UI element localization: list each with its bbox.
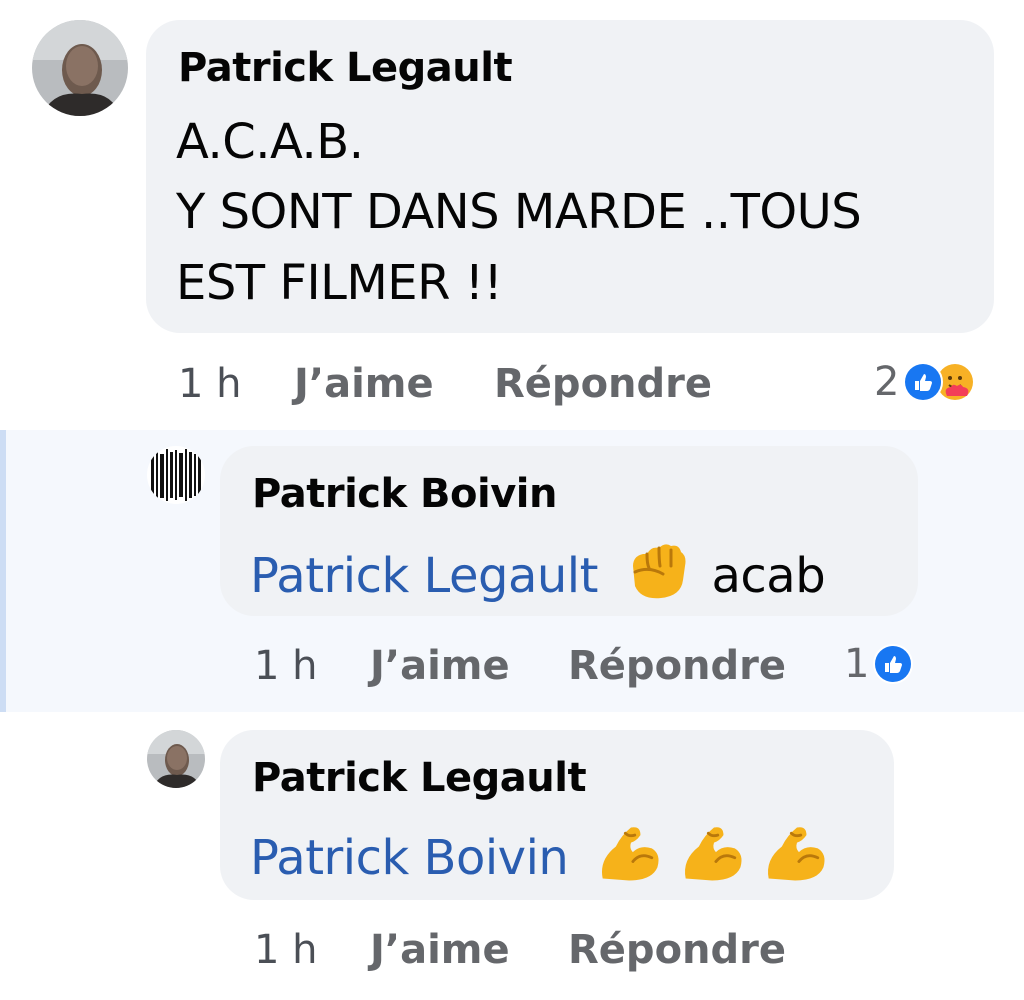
avatar[interactable] xyxy=(147,730,205,788)
comment-bubble: Patrick Boivin Patrick Legault acab xyxy=(220,446,918,616)
highlighted-reply-indicator xyxy=(0,430,6,712)
comment-timestamp[interactable]: 1 h xyxy=(178,360,242,408)
reply-button[interactable]: Répondre xyxy=(494,360,712,408)
like-button[interactable]: J’aime xyxy=(294,360,434,408)
like-button[interactable]: J’aime xyxy=(370,642,510,690)
avatar[interactable] xyxy=(147,446,205,504)
comment-text: Patrick Boivin xyxy=(250,820,831,902)
comment-text-line: Y SONT DANS MARDE ..TOUS xyxy=(176,184,862,240)
comment-text-line: EST FILMER !! xyxy=(176,255,503,311)
comment-author[interactable]: Patrick Legault xyxy=(252,754,587,802)
reaction-count: 2 xyxy=(874,359,900,405)
like-icon xyxy=(873,644,914,684)
mention-link[interactable]: Patrick Boivin xyxy=(250,830,569,886)
avatar[interactable] xyxy=(32,20,128,116)
comment-text: Patrick Legault acab xyxy=(250,536,826,622)
comment-bubble: Patrick Legault A.C.A.B. Y SONT DANS MAR… xyxy=(146,20,994,333)
comment-text-line: acab xyxy=(711,548,826,604)
like-icon xyxy=(903,362,944,402)
mention-link[interactable]: Patrick Legault xyxy=(250,548,598,604)
comment-author[interactable]: Patrick Legault xyxy=(178,44,513,92)
comment-author[interactable]: Patrick Boivin xyxy=(252,470,557,518)
reaction-count: 1 xyxy=(844,641,870,687)
flexed-biceps-icon xyxy=(597,820,665,902)
flexed-biceps-icon xyxy=(680,820,748,902)
like-button[interactable]: J’aime xyxy=(370,926,510,974)
comment-timestamp[interactable]: 1 h xyxy=(254,642,318,690)
reply-button[interactable]: Répondre xyxy=(568,642,786,690)
comment-bubble: Patrick Legault Patrick Boivin xyxy=(220,730,894,900)
comment-thread: Patrick Legault A.C.A.B. Y SONT DANS MAR… xyxy=(0,0,1024,1000)
reaction-summary[interactable]: 2 xyxy=(874,356,976,408)
reply-button[interactable]: Répondre xyxy=(568,926,786,974)
flexed-biceps-icon xyxy=(763,820,831,902)
raised-fist-icon xyxy=(619,536,691,622)
comment-timestamp[interactable]: 1 h xyxy=(254,926,318,974)
reaction-summary[interactable]: 1 xyxy=(844,638,914,690)
comment-text-line: A.C.A.B. xyxy=(176,114,364,170)
